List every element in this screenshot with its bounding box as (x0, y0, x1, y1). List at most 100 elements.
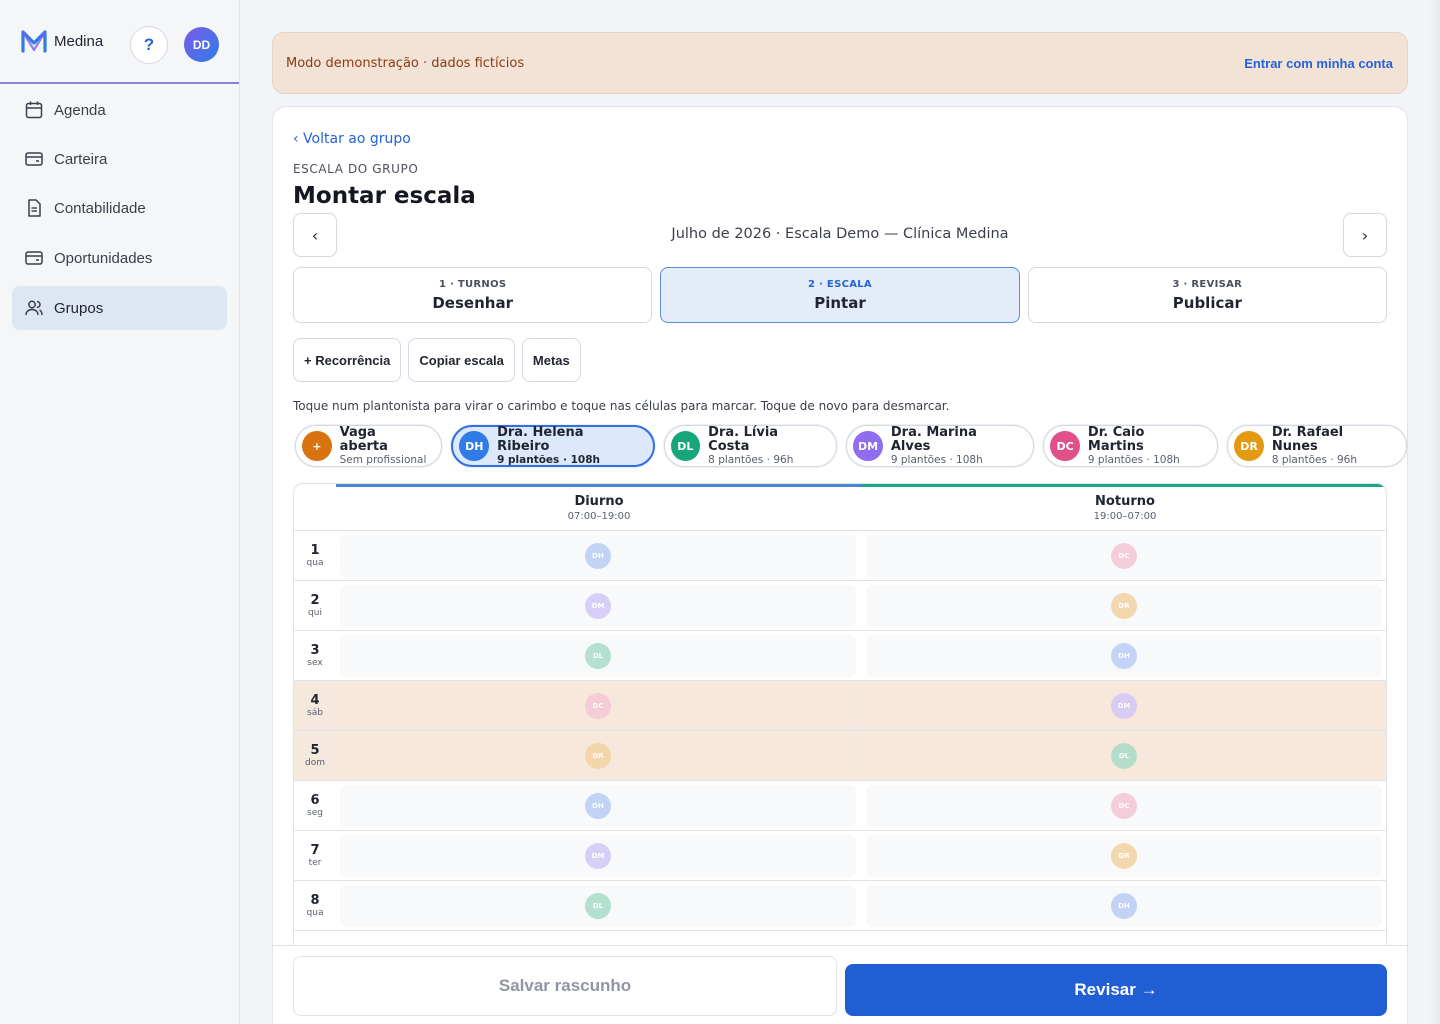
shift-cell-diurno[interactable]: DC (340, 685, 856, 727)
day-number: 7 (310, 843, 320, 858)
shift-cell-noturno[interactable]: DL (866, 735, 1382, 777)
shift-cell-noturno[interactable]: DR (866, 835, 1382, 877)
shift-color-bar (336, 484, 862, 487)
day-weekday: sáb (307, 708, 323, 718)
page-scrollbar[interactable] (1428, 0, 1440, 1024)
sidebar-item-label: Oportunidades (54, 249, 153, 267)
page-eyebrow: ESCALA DO GRUPO (293, 162, 419, 176)
sidebar: Medina ? DD Agenda Carteira Contabilidad… (0, 0, 240, 1024)
shift-cell-noturno[interactable]: DC (866, 785, 1382, 827)
assignment-stamp: DR (1111, 843, 1137, 869)
help-button[interactable]: ? (130, 26, 168, 64)
day-weekday: ter (308, 858, 322, 868)
page-title: Montar escala (293, 183, 476, 209)
step-kicker: 2 · ESCALA (808, 278, 872, 290)
day-label: 3 sex (294, 631, 336, 681)
document-icon (28, 199, 41, 217)
professional-stats: 8 plantões · 96h (708, 453, 794, 466)
shift-cell-diurno[interactable]: DH (340, 785, 856, 827)
step-revisar[interactable]: 3 · REVISAR Publicar (1027, 267, 1387, 323)
shift-cell-noturno[interactable]: DH (866, 885, 1382, 927)
calendar-icon (25, 101, 43, 119)
professional-name: Dra. Lívia Costa (708, 424, 779, 454)
sidebar-item-carteira[interactable]: Carteira (12, 137, 227, 181)
shift-cell-diurno[interactable]: DL (340, 885, 856, 927)
day-number: 1 (310, 543, 320, 558)
users-icon (25, 300, 43, 316)
review-button[interactable]: Revisar → (845, 964, 1387, 1016)
professional-chip[interactable]: DR Dr. Rafael Nunes 8 plantões · 96h (1227, 425, 1407, 467)
shift-cell-diurno[interactable]: DR (340, 735, 856, 777)
professional-avatar: DM (853, 431, 883, 461)
professional-info: Dra. Marina Alves 9 plantões · 108h (891, 425, 1019, 467)
table-row: 5 dom DR DL (294, 731, 1386, 781)
professional-info: Dr. Caio Martins 9 plantões · 108h (1087, 424, 1203, 467)
assignment-stamp: DC (1111, 543, 1137, 569)
sidebar-item-label: Contabilidade (54, 199, 146, 217)
next-month-button[interactable]: › (1343, 213, 1387, 257)
professional-chip[interactable]: + Vaga aberta Sem profissional (295, 425, 443, 467)
professional-avatar: DC (1050, 431, 1080, 461)
schedule-card: ‹ Voltar ao grupo ESCALA DO GRUPO Montar… (272, 106, 1408, 1024)
day-weekday: seg (307, 808, 323, 818)
table-row: 3 sex DL DH (294, 631, 1386, 681)
professional-name: Dra. Helena Ribeiro (497, 424, 584, 454)
toolbar: + Recorrência Copiar escala Metas (293, 338, 581, 382)
day-label: 5 dom (294, 731, 336, 781)
shift-time: 19:00–07:00 (1093, 511, 1157, 522)
professional-name: Dr. Caio Martins (1087, 424, 1145, 454)
demo-banner: Modo demonstração · dados fictícios Entr… (272, 32, 1408, 94)
sidebar-item-label: Grupos (54, 299, 104, 317)
shift-cell-diurno[interactable]: DM (340, 835, 856, 877)
shift-cell-diurno[interactable]: DM (340, 585, 856, 627)
assignment-stamp: DC (585, 693, 611, 719)
instruction-text: Toque num plantonista para virar o carim… (293, 399, 950, 413)
shift-cell-diurno[interactable]: DH (340, 535, 856, 577)
professional-chip[interactable]: DH Dra. Helena Ribeiro 9 plantões · 108h (451, 424, 655, 467)
assignment-stamp: DH (585, 543, 611, 569)
shift-cell-noturno[interactable]: DR (866, 585, 1382, 627)
day-weekday: qua (306, 558, 324, 568)
assignment-stamp: DH (1111, 643, 1137, 669)
demo-banner-text: Modo demonstração · dados fictícios (286, 55, 525, 71)
professional-chip[interactable]: DC Dr. Caio Martins 9 plantões · 108h (1043, 424, 1219, 467)
assignment-stamp: DR (585, 743, 611, 769)
assignment-stamp: DL (585, 893, 611, 919)
brand-logo[interactable]: Medina (20, 28, 103, 54)
back-to-group-link[interactable]: ‹ Voltar ao grupo (293, 131, 411, 147)
professional-avatar: + (302, 431, 332, 461)
prev-month-button[interactable]: ‹ (293, 213, 337, 257)
shift-cell-noturno[interactable]: DC (866, 535, 1382, 577)
professional-chip[interactable]: DM Dra. Marina Alves 9 plantões · 108h (846, 425, 1035, 467)
day-number: 6 (310, 793, 320, 808)
assignment-stamp: DL (585, 643, 611, 669)
recurrence-button[interactable]: + Recorrência (293, 338, 402, 382)
professional-info: Vaga aberta Sem profissional (340, 425, 428, 467)
step-kicker: 3 · REVISAR (1172, 278, 1243, 290)
step-label: Pintar (814, 293, 866, 312)
shift-color-bar (862, 484, 1386, 487)
wallet-icon (25, 152, 43, 166)
sidebar-item-oportunidades[interactable]: Oportunidades (12, 236, 227, 280)
day-label: 6 seg (294, 781, 336, 831)
shift-cell-diurno[interactable]: DL (340, 635, 856, 677)
professional-chips: + Vaga aberta Sem profissional DH Dra. Helen… (295, 425, 1407, 467)
sidebar-item-label: Carteira (54, 150, 108, 168)
shift-cell-noturno[interactable]: DH (866, 635, 1382, 677)
sidebar-item-contabilidade[interactable]: Contabilidade (12, 186, 227, 230)
shift-cell-noturno[interactable]: DM (866, 685, 1382, 727)
day-weekday: qua (306, 908, 324, 918)
step-label: Publicar (1172, 293, 1242, 312)
step-escala[interactable]: 2 · ESCALA Pintar (660, 267, 1020, 323)
sidebar-item-grupos[interactable]: Grupos (12, 286, 227, 330)
copy-schedule-button[interactable]: Copiar escala (408, 338, 515, 382)
user-avatar[interactable]: DD (184, 27, 219, 62)
goals-button[interactable]: Metas (521, 338, 581, 382)
sidebar-item-agenda[interactable]: Agenda (12, 88, 227, 132)
shift-column-diurno: Diurno 07:00–19:00 (336, 484, 862, 531)
step-turnos[interactable]: 1 · TURNOS Desenhar (293, 267, 653, 323)
day-number: 2 (310, 593, 320, 608)
login-link[interactable]: Entrar com minha conta (1244, 56, 1393, 71)
professional-chip[interactable]: DL Dra. Lívia Costa 8 plantões · 96h (663, 424, 838, 467)
save-draft-button[interactable]: Salvar rascunho (293, 956, 837, 1016)
